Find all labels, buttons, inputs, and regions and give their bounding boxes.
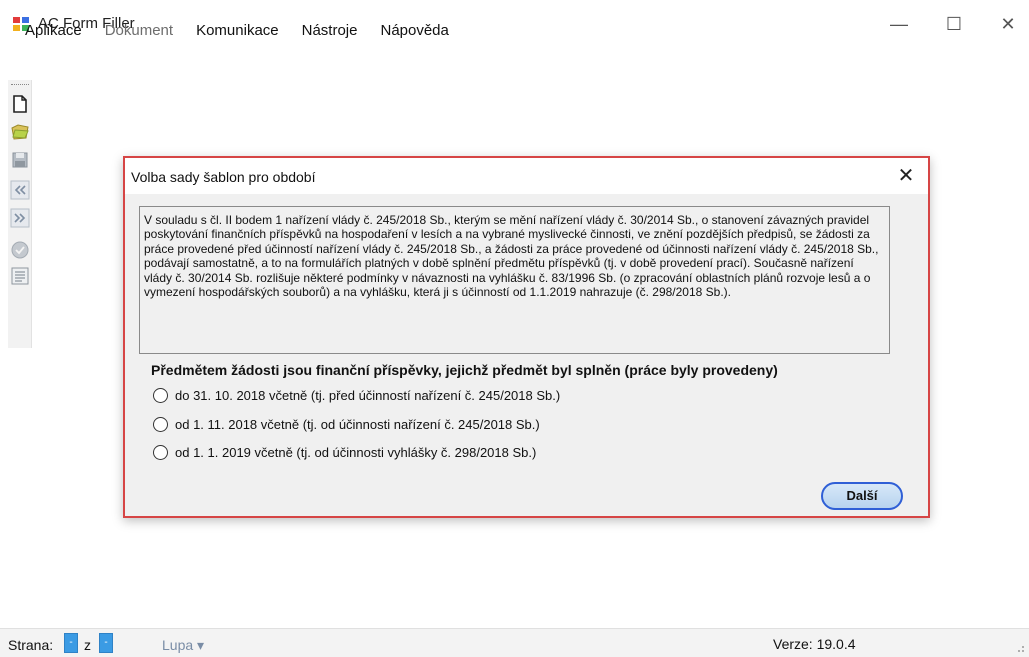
question-label: Předmětem žádosti jsou finanční příspěvk… bbox=[151, 362, 778, 378]
option-label[interactable]: od 1. 11. 2018 včetně (tj. od účinnosti … bbox=[175, 417, 540, 432]
page-label: Strana: bbox=[8, 637, 54, 653]
page-count-input[interactable]: - bbox=[99, 633, 113, 653]
option-before-2018-11[interactable]: do 31. 10. 2018 včetně (tj. před účinnos… bbox=[153, 385, 560, 405]
menu-aplikace[interactable]: Aplikace bbox=[19, 20, 88, 46]
dialog-close-button[interactable]: ✕ bbox=[891, 162, 921, 190]
page-input[interactable]: - bbox=[64, 633, 78, 653]
option-from-2019-01[interactable]: od 1. 1. 2019 včetně (tj. od účinnosti v… bbox=[153, 442, 536, 462]
form-icon[interactable] bbox=[10, 266, 30, 286]
option-label[interactable]: do 31. 10. 2018 včetně (tj. před účinnos… bbox=[175, 388, 560, 403]
version-label: Verze: 19.0.4 bbox=[773, 636, 856, 652]
radio-button[interactable] bbox=[153, 444, 168, 460]
template-set-dialog: Volba sady šablon pro období ✕ V souladu… bbox=[123, 156, 930, 518]
dialog-title-bar: Volba sady šablon pro období ✕ bbox=[125, 158, 928, 194]
menu-napoveda[interactable]: Nápověda bbox=[374, 20, 454, 46]
left-toolbar bbox=[8, 80, 32, 348]
radio-button[interactable] bbox=[153, 416, 168, 432]
app-window: AC Form Filler — ☐ ✕ Aplikace Dokument K… bbox=[0, 0, 1029, 657]
status-bar: Strana: - z - Lupa ▾ Verze: 19.0.4 bbox=[0, 628, 1029, 657]
menu-bar: Aplikace Dokument Komunikace Nástroje Ná… bbox=[0, 20, 1029, 46]
option-label[interactable]: od 1. 1. 2019 včetně (tj. od účinnosti v… bbox=[175, 445, 536, 460]
resize-grip-icon[interactable] bbox=[1015, 643, 1025, 653]
menu-dokument[interactable]: Dokument bbox=[99, 20, 179, 46]
menu-nastroje[interactable]: Nástroje bbox=[296, 20, 364, 46]
previous-page-icon[interactable] bbox=[10, 180, 30, 200]
option-from-2018-11[interactable]: od 1. 11. 2018 včetně (tj. od účinnosti … bbox=[153, 414, 540, 434]
of-label: z bbox=[84, 637, 91, 653]
next-button[interactable]: Další bbox=[821, 482, 903, 510]
zoom-dropdown[interactable]: Lupa ▾ bbox=[162, 637, 204, 654]
toolbar-grip[interactable] bbox=[11, 84, 29, 86]
dialog-title: Volba sady šablon pro období bbox=[131, 169, 316, 185]
next-page-icon[interactable] bbox=[10, 208, 30, 228]
new-document-icon[interactable] bbox=[10, 94, 30, 114]
radio-button[interactable] bbox=[153, 387, 168, 403]
save-icon[interactable] bbox=[10, 150, 30, 170]
open-folder-icon[interactable] bbox=[10, 122, 30, 142]
ok-icon[interactable] bbox=[10, 240, 30, 260]
menu-komunikace[interactable]: Komunikace bbox=[190, 20, 285, 46]
info-text-box: V souladu s čl. II bodem 1 nařízení vlád… bbox=[139, 206, 890, 354]
